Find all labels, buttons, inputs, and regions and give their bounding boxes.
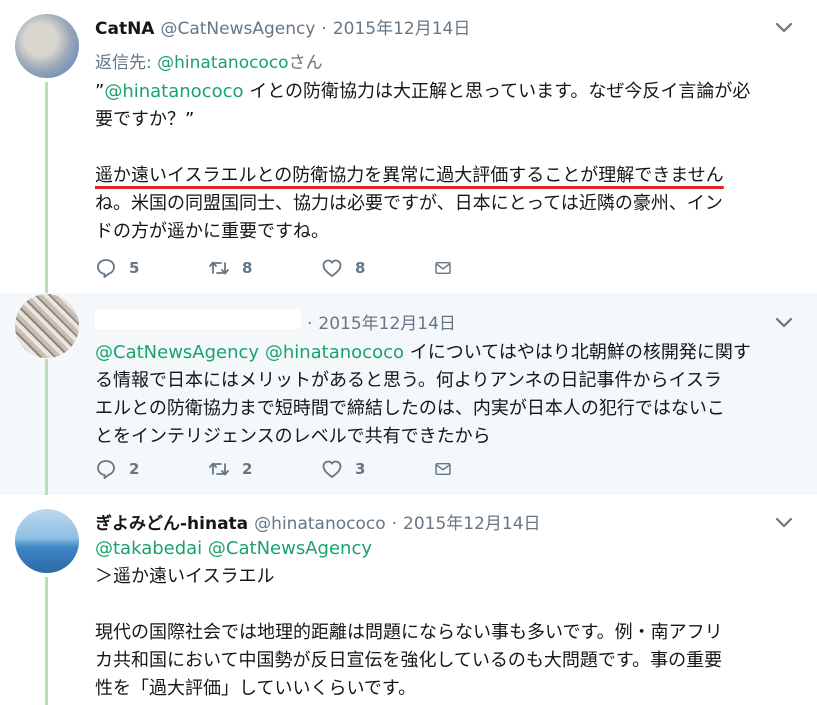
direct-message-button[interactable] — [434, 257, 464, 279]
avatar[interactable] — [15, 14, 79, 78]
like-count: 8 — [355, 259, 366, 277]
tweet-content: ぎよみどん-hinata @hinatanococo · 2015年12月14日… — [95, 509, 799, 703]
tweet-text-line: る情報で日本にはメリットがあると思う。何よりアンネの日記事件からイスラ — [95, 370, 722, 391]
reply-button[interactable]: 2 — [95, 458, 208, 480]
tweet-text-line: エルとの防衛協力まで短時間で締結したのは、内実が日本人の犯行ではないこ — [95, 398, 725, 419]
reply-button[interactable]: 5 — [95, 257, 208, 279]
separator-dot: · — [391, 514, 398, 534]
tweet-text-line: イとの防衛協力は大正解と思っています。なぜ今反イ言論が必 — [243, 81, 751, 102]
tweet-text: @CatNewsAgency @hinatanococo イについてはやはり北朝… — [95, 339, 799, 451]
tweet-text-line: 要ですか？” — [95, 109, 195, 130]
separator-dot: · — [321, 19, 327, 39]
quoted-text: ＞遥か遠いイスラエル — [95, 566, 275, 587]
like-count: 3 — [355, 460, 366, 478]
chevron-down-icon[interactable] — [773, 511, 795, 533]
tweet-header: CatNA @CatNewsAgency · 2015年12月14日 — [95, 14, 799, 39]
retweet-count: 2 — [242, 460, 253, 478]
tweet-header: ぎよみどん-hinata @hinatanococo · 2015年12月14日 — [95, 509, 799, 534]
display-name[interactable]: CatNA — [95, 19, 154, 39]
retweet-button[interactable]: 2 — [208, 458, 321, 480]
like-button[interactable]: 8 — [321, 257, 434, 279]
tweet-actions: 2 2 3 — [95, 458, 464, 480]
envelope-icon — [435, 462, 451, 476]
reply-count: 2 — [129, 460, 140, 478]
tweet-text-line: とをインテリジェンスのレベルで共有できたから — [95, 426, 491, 447]
avatar[interactable] — [15, 509, 79, 573]
chevron-down-icon[interactable] — [773, 311, 795, 333]
retweet-icon — [209, 462, 229, 476]
tweet-text-line: カ共和国において中国勢が反日宣伝を強化しているのも大問題です。事の重要 — [95, 650, 723, 671]
mention-link[interactable]: @CatNewsAgency — [208, 538, 372, 559]
replying-to: 返信先: @hinatanococoさん — [95, 48, 799, 73]
user-handle[interactable]: @hinatanococo — [254, 514, 385, 534]
replying-to-label: 返信先: — [95, 53, 158, 73]
tweet-content: · 2015年12月14日 @CatNewsAgency @hinatanoco… — [95, 309, 799, 451]
thread-connector-line — [45, 82, 48, 293]
envelope-icon — [435, 261, 451, 275]
tweet-timestamp[interactable]: 2015年12月14日 — [318, 309, 456, 334]
quote-mark: ” — [95, 81, 105, 102]
tweet[interactable]: CatNA @CatNewsAgency · 2015年12月14日 返信先: … — [0, 0, 817, 293]
retweet-count: 8 — [242, 259, 253, 277]
separator-dot: · — [307, 314, 313, 334]
tweet-text-line: 現代の国際社会では地理的距離は問題にならない事も多いです。例・南アフリ — [95, 622, 723, 643]
direct-message-button[interactable] — [434, 458, 464, 480]
heart-icon — [322, 460, 342, 478]
mention-link[interactable]: @hinatanococo — [265, 342, 404, 363]
mention-link[interactable]: @takabedai — [95, 538, 202, 559]
tweet-actions: 5 8 8 — [95, 257, 464, 279]
tweet-text-line: 性を「過大評価」していいくらいです。 — [95, 678, 417, 699]
avatar[interactable] — [15, 294, 79, 358]
retweet-icon — [209, 261, 229, 275]
redacted-user-name — [95, 309, 301, 329]
reply-icon — [97, 259, 115, 278]
tweet[interactable]: · 2015年12月14日 @CatNewsAgency @hinatanoco… — [0, 293, 817, 495]
tweet-text: ”@hinatanococo イとの防衛協力は大正解と思っています。なぜ今反イ言… — [95, 78, 799, 246]
tweet-text-line: イについてはやはり北朝鮮の核開発に関す — [404, 342, 751, 363]
tweet-text-line: ね。米国の同盟国同士、協力は必要ですが、日本にとっては近隣の豪州、イン — [95, 193, 723, 214]
like-button[interactable]: 3 — [321, 458, 434, 480]
tweet-text: @takabedai @CatNewsAgency ＞遥か遠いイスラエル 現代の… — [95, 535, 799, 703]
replying-to-suffix: さん — [288, 53, 323, 73]
tweet-timestamp[interactable]: 2015年12月14日 — [333, 14, 471, 39]
thread-connector-line — [45, 359, 48, 495]
heart-icon — [322, 259, 342, 277]
mention-link[interactable]: @CatNewsAgency — [95, 342, 259, 363]
tweet[interactable]: ぎよみどん-hinata @hinatanococo · 2015年12月14日… — [0, 495, 817, 705]
tweet-header: · 2015年12月14日 — [95, 309, 799, 334]
user-handle[interactable]: @CatNewsAgency — [160, 19, 315, 39]
tweet-content: CatNA @CatNewsAgency · 2015年12月14日 返信先: … — [95, 14, 799, 246]
reply-count: 5 — [129, 259, 140, 277]
highlighted-text: 遥か遠いイスラエルとの防衛協力を異常に過大評価することが理解できません — [95, 165, 724, 186]
tweet-text-line: ドの方が遥かに重要ですね。 — [95, 221, 329, 242]
tweet-timestamp[interactable]: 2015年12月14日 — [403, 509, 541, 534]
replying-to-mention[interactable]: @hinatanococo — [157, 53, 288, 73]
conversation-thread: CatNA @CatNewsAgency · 2015年12月14日 返信先: … — [0, 0, 817, 705]
thread-connector-line — [45, 577, 48, 705]
display-name[interactable]: ぎよみどん-hinata — [95, 509, 248, 534]
mention-link[interactable]: @hinatanococo — [104, 81, 243, 102]
reply-icon — [97, 460, 115, 479]
chevron-down-icon[interactable] — [773, 16, 795, 38]
retweet-button[interactable]: 8 — [208, 257, 321, 279]
